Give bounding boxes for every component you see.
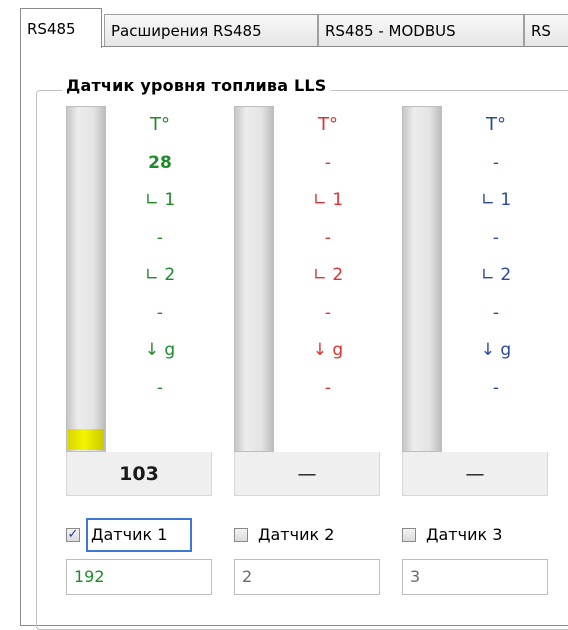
density-label: ↓ g xyxy=(480,340,512,360)
tab-rs485-modbus[interactable]: RS485 - MODBUS xyxy=(318,14,524,46)
sensor-2: Т° - ∟ 1 - ∟ 2 - ↓ g - — xyxy=(234,106,384,496)
tab-rs-overflow[interactable]: RS xyxy=(524,14,568,46)
checkbox-label[interactable]: Датчик 2 xyxy=(254,518,338,552)
level-bar xyxy=(66,106,106,452)
density-value: - xyxy=(492,377,500,398)
level-readout: 103 xyxy=(66,452,212,496)
level2-label: ∟ 2 xyxy=(312,265,344,285)
level2-label: ∟ 2 xyxy=(480,265,512,285)
sensor-1: Т° 28 ∟ 1 - ∟ 2 - ↓ g - 103 xyxy=(66,106,216,496)
level1-label: ∟ 1 xyxy=(480,190,512,210)
level2-value: - xyxy=(492,302,500,323)
thermometer-icon: Т° xyxy=(486,114,506,135)
level2-value: - xyxy=(324,302,332,323)
temperature-value: - xyxy=(492,152,500,173)
sensor-2-address-field[interactable]: 2 xyxy=(234,559,380,595)
thermometer-icon: Т° xyxy=(150,114,170,135)
level1-value: - xyxy=(156,227,164,248)
sensor-values: Т° 28 ∟ 1 - ∟ 2 - ↓ g - xyxy=(110,110,210,410)
level1-value: - xyxy=(492,227,500,248)
level-readout: — xyxy=(402,452,548,496)
temperature-value: 28 xyxy=(148,152,172,173)
level1-label: ∟ 1 xyxy=(144,190,176,210)
thermometer-icon: Т° xyxy=(318,114,338,135)
checkbox-label[interactable]: Датчик 3 xyxy=(422,518,506,552)
level-readout: — xyxy=(234,452,380,496)
checkbox-box[interactable] xyxy=(234,528,248,542)
density-value: - xyxy=(324,377,332,398)
level2-label: ∟ 2 xyxy=(144,265,176,285)
tab-rs485[interactable]: RS485 xyxy=(20,8,102,48)
group-title: Датчик уровня топлива LLS xyxy=(62,76,331,95)
level-bar xyxy=(234,106,274,452)
checkbox-box[interactable] xyxy=(402,528,416,542)
sensor-values: Т° - ∟ 1 - ∟ 2 - ↓ g - xyxy=(278,110,378,410)
level-bar xyxy=(402,106,442,452)
tab-bar: RS485 Расширения RS485 RS485 - MODBUS RS xyxy=(0,0,568,48)
sensor-3-address-field[interactable]: 3 xyxy=(402,559,548,595)
checkbox-label[interactable]: Датчик 1 xyxy=(86,518,192,552)
density-label: ↓ g xyxy=(312,340,344,360)
checkbox-box[interactable]: ✓ xyxy=(66,528,80,542)
density-label: ↓ g xyxy=(144,340,176,360)
level1-label: ∟ 1 xyxy=(312,190,344,210)
tab-rs485-extensions[interactable]: Расширения RS485 xyxy=(104,14,318,46)
sensor-3: Т° - ∟ 1 - ∟ 2 - ↓ g - — xyxy=(402,106,552,496)
level2-value: - xyxy=(156,302,164,323)
sensor-1-address-field[interactable]: 192 xyxy=(66,559,212,595)
level-bar-fill xyxy=(68,429,104,450)
sensor-values: Т° - ∟ 1 - ∟ 2 - ↓ g - xyxy=(446,110,546,410)
level1-value: - xyxy=(324,227,332,248)
density-value: - xyxy=(156,377,164,398)
temperature-value: - xyxy=(324,152,332,173)
